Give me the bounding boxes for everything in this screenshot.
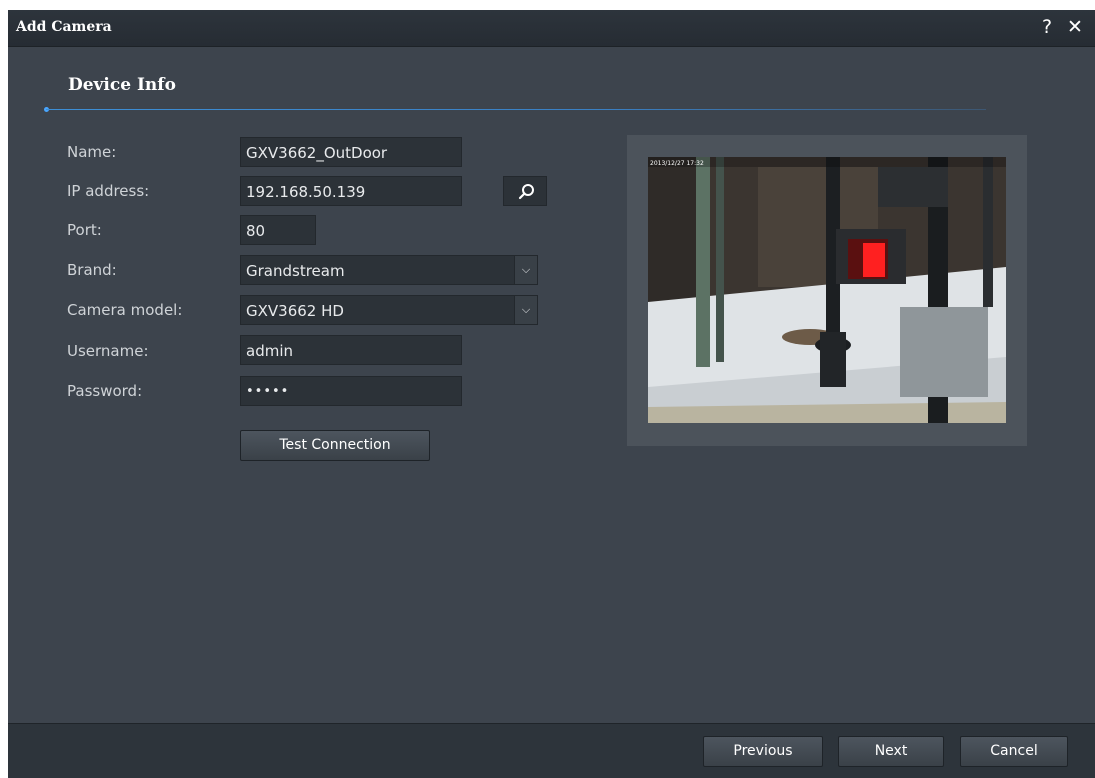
camera-model-select[interactable]: GXV3662 HD ⌵ — [240, 295, 538, 325]
camera-preview-image: 2013/12/27 17:32 — [648, 157, 1006, 423]
chevron-down-icon[interactable]: ⌵ — [514, 256, 537, 284]
cancel-button[interactable]: Cancel — [960, 736, 1068, 767]
ip-address-field[interactable]: 192.168.50.139 — [240, 176, 462, 206]
ip-search-button[interactable] — [503, 176, 547, 206]
title-bar: Add Camera ? ✕ — [8, 10, 1095, 47]
password-label: Password: — [67, 382, 143, 400]
camera-model-select-value: GXV3662 HD — [246, 302, 344, 320]
brand-select[interactable]: Grandstream ⌵ — [240, 255, 538, 285]
preview-scene: 2013/12/27 17:32 — [648, 157, 1006, 423]
port-label: Port: — [67, 221, 102, 239]
search-icon — [518, 184, 534, 200]
ip-address-label: IP address: — [67, 182, 150, 200]
test-connection-button[interactable]: Test Connection — [240, 430, 430, 461]
previous-button[interactable]: Previous — [703, 736, 823, 767]
username-label: Username: — [67, 342, 149, 360]
port-field[interactable]: 80 — [240, 215, 316, 245]
next-button[interactable]: Next — [838, 736, 944, 767]
section-title: Device Info — [68, 75, 176, 95]
add-camera-dialog: Add Camera ? ✕ Device Info Name: IP addr… — [8, 10, 1095, 778]
dialog-title: Add Camera — [16, 19, 112, 35]
chevron-down-icon[interactable]: ⌵ — [514, 296, 537, 324]
username-field[interactable]: admin — [240, 335, 462, 365]
preview-timestamp: 2013/12/27 17:32 — [650, 160, 704, 167]
password-field[interactable]: ••••• — [240, 376, 462, 406]
camera-model-label: Camera model: — [67, 301, 183, 319]
section-divider — [46, 109, 986, 110]
name-field[interactable]: GXV3662_OutDoor — [240, 137, 462, 167]
footer-bar: Previous Next Cancel — [8, 723, 1095, 778]
brand-select-value: Grandstream — [246, 262, 345, 280]
help-icon[interactable]: ? — [1042, 17, 1052, 37]
name-label: Name: — [67, 143, 117, 161]
brand-label: Brand: — [67, 261, 117, 279]
close-icon[interactable]: ✕ — [1067, 17, 1083, 37]
